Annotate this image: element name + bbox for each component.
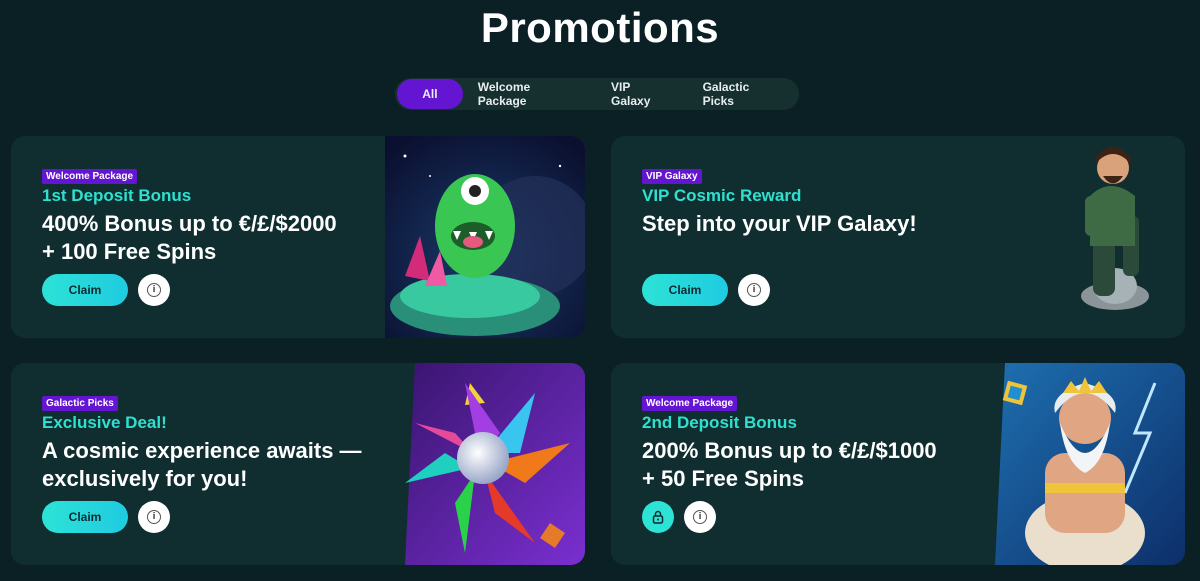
promo-subtitle: 1st Deposit Bonus bbox=[42, 186, 192, 205]
promo-headline: A cosmic experience awaits — exclusively… bbox=[42, 437, 372, 493]
category-badge: Welcome Package bbox=[642, 396, 738, 411]
promo-card-1st-deposit: Welcome Package 1st Deposit Bonus 400% B… bbox=[11, 136, 585, 338]
headline-line: + 100 Free Spins bbox=[42, 239, 217, 264]
info-icon: i bbox=[147, 283, 161, 297]
info-button[interactable]: i bbox=[138, 274, 170, 306]
headline-line: + 50 Free Spins bbox=[642, 466, 805, 491]
page-title: Promotions bbox=[480, 4, 720, 51]
promo-subtitle: VIP Cosmic Reward bbox=[642, 186, 802, 205]
promo-subtitle: 2nd Deposit Bonus bbox=[642, 413, 797, 432]
promo-tabs: All Welcome Package VIP Galaxy Galactic … bbox=[395, 78, 799, 110]
category-badge: Galactic Picks bbox=[42, 396, 118, 411]
headline-line: 400% Bonus up to €/£/$2000 bbox=[42, 211, 337, 236]
zeus-character-icon bbox=[985, 363, 1185, 565]
tab-welcome-package[interactable]: Welcome Package bbox=[463, 79, 596, 109]
info-icon: i bbox=[747, 283, 761, 297]
tab-galactic-picks[interactable]: Galactic Picks bbox=[688, 79, 797, 109]
promo-headline: 400% Bonus up to €/£/$2000 + 100 Free Sp… bbox=[42, 210, 372, 266]
promo-card-2nd-deposit: Welcome Package 2nd Deposit Bonus 200% B… bbox=[611, 363, 1185, 565]
info-icon: i bbox=[147, 510, 161, 524]
headline-line: A cosmic experience awaits — bbox=[42, 438, 362, 463]
info-button[interactable]: i bbox=[684, 501, 716, 533]
promo-card-exclusive-deal: Galactic Picks Exclusive Deal! A cosmic … bbox=[11, 363, 585, 565]
headline-line: 200% Bonus up to €/£/$1000 bbox=[642, 438, 937, 463]
claim-button[interactable]: Claim bbox=[642, 274, 728, 306]
promo-headline: 200% Bonus up to €/£/$1000 + 50 Free Spi… bbox=[642, 437, 972, 493]
info-button[interactable]: i bbox=[738, 274, 770, 306]
green-alien-monster-icon bbox=[385, 136, 585, 338]
category-badge: Welcome Package bbox=[42, 169, 138, 184]
info-icon: i bbox=[693, 510, 707, 524]
tab-all[interactable]: All bbox=[397, 79, 463, 109]
headline-line: exclusively for you! bbox=[42, 466, 248, 491]
gem-star-icon bbox=[385, 363, 585, 565]
headline-line: Step into your VIP Galaxy! bbox=[642, 211, 917, 236]
claim-button[interactable]: Claim bbox=[42, 501, 128, 533]
lock-icon bbox=[652, 510, 664, 524]
claim-button[interactable]: Claim bbox=[42, 274, 128, 306]
promo-card-vip-cosmic-reward: VIP Galaxy VIP Cosmic Reward Step into y… bbox=[611, 136, 1185, 338]
category-badge: VIP Galaxy bbox=[642, 169, 702, 184]
tab-vip-galaxy[interactable]: VIP Galaxy bbox=[596, 79, 688, 109]
explorer-character-icon bbox=[985, 136, 1185, 338]
promo-headline: Step into your VIP Galaxy! bbox=[642, 210, 972, 238]
locked-claim-button[interactable] bbox=[642, 501, 674, 533]
promo-subtitle: Exclusive Deal! bbox=[42, 413, 167, 432]
info-button[interactable]: i bbox=[138, 501, 170, 533]
